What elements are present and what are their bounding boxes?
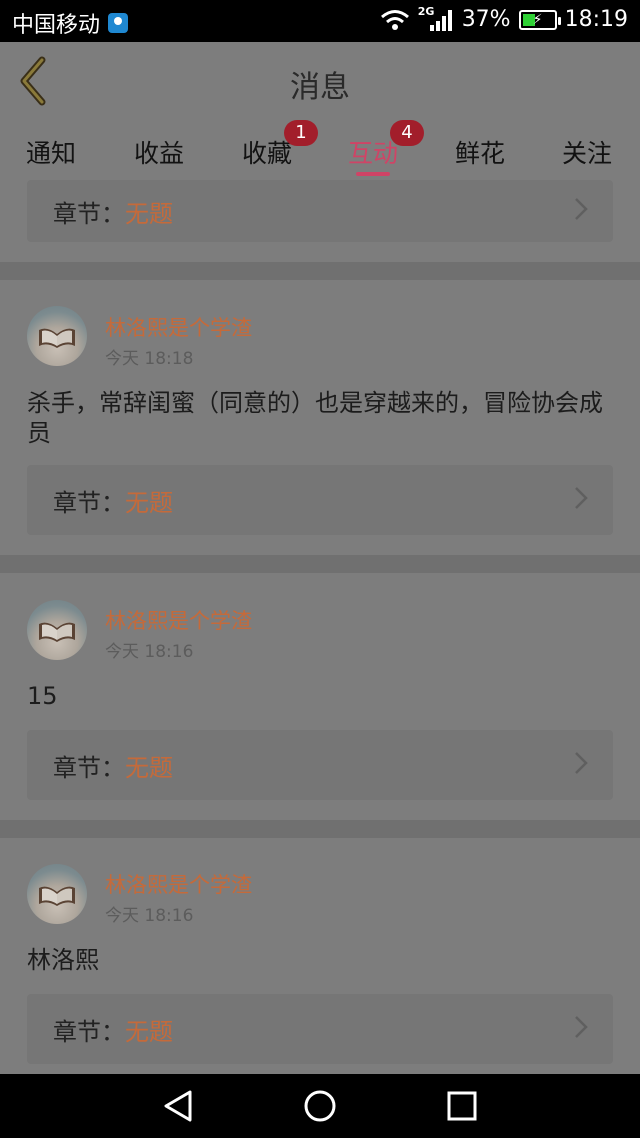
- avatar[interactable]: [27, 600, 87, 660]
- signal-bars-icon: [429, 9, 452, 31]
- battery-percent: 37%: [461, 7, 511, 32]
- chapter-label: 章节：: [53, 754, 125, 782]
- battery-icon: ⚡: [518, 9, 561, 30]
- tab-favorites[interactable]: 收藏 1: [242, 120, 318, 170]
- chapter-value: 无题: [125, 1018, 173, 1046]
- clock: 18:19: [564, 7, 628, 32]
- interactions-count-badge: 4: [390, 120, 424, 146]
- tab-label: 收藏: [242, 139, 293, 168]
- chevron-right-icon: [575, 1016, 588, 1038]
- wifi-icon: [380, 9, 409, 30]
- tab-notifications[interactable]: 通知: [26, 134, 76, 170]
- tab-interactions[interactable]: 互动 4: [348, 120, 424, 170]
- timestamp: 今天 18:18: [105, 349, 194, 369]
- status-right: 2G 37% ⚡ 18:19: [380, 5, 628, 32]
- message-text: 林洛熙: [27, 946, 99, 974]
- triangle-back-icon[interactable]: [160, 1088, 196, 1124]
- app-header: 消息: [0, 42, 640, 124]
- status-left: 中国移动: [12, 7, 129, 39]
- chevron-right-icon: [575, 198, 588, 220]
- chapter-text: 章节：无题: [53, 748, 173, 783]
- status-bar: 中国移动 2G 37% ⚡ 18:19: [0, 0, 640, 42]
- message-list[interactable]: 章节：无题 林洛熙是个学渣 今天 18:18 杀手，常辞闺蜜（同意的）也是穿越来…: [0, 180, 640, 1074]
- divider: [0, 262, 640, 280]
- divider: [0, 820, 640, 838]
- chapter-link[interactable]: 章节：无题: [27, 465, 613, 535]
- chapter-text: 章节：无题: [53, 1012, 173, 1047]
- tab-earnings[interactable]: 收益: [134, 134, 184, 170]
- username[interactable]: 林洛熙是个学渣: [105, 312, 252, 342]
- circle-home-icon[interactable]: [302, 1088, 338, 1124]
- message-text: 杀手，常辞闺蜜（同意的）也是穿越来的，冒险协会成员: [27, 389, 603, 447]
- charging-bolt-icon: ⚡: [532, 11, 543, 28]
- cellular-signal: 2G: [418, 5, 454, 31]
- divider: [0, 555, 640, 573]
- chapter-link[interactable]: 章节：无题: [27, 994, 613, 1064]
- tab-flowers[interactable]: 鲜花: [455, 134, 505, 170]
- avatar[interactable]: [27, 306, 87, 366]
- tab-bar: 通知 收益 收藏 1 互动 4 鲜花 关注: [0, 120, 640, 180]
- chevron-right-icon: [575, 487, 588, 509]
- chapter-value: 无题: [125, 200, 173, 228]
- chapter-link[interactable]: 章节：无题: [27, 180, 613, 242]
- book-icon: [39, 886, 75, 906]
- chapter-label: 章节：: [53, 200, 125, 228]
- timestamp: 今天 18:16: [105, 642, 194, 662]
- chapter-link[interactable]: 章节：无题: [27, 730, 613, 800]
- location-icon: [108, 13, 129, 33]
- active-tab-indicator: [356, 172, 390, 176]
- tab-label: 收益: [134, 139, 185, 168]
- favorites-count-badge: 1: [284, 120, 318, 146]
- username[interactable]: 林洛熙是个学渣: [105, 605, 252, 635]
- book-icon: [39, 328, 75, 348]
- chapter-value: 无题: [125, 489, 173, 517]
- page-title: 消息: [290, 70, 350, 105]
- timestamp: 今天 18:16: [105, 906, 194, 926]
- tab-label: 关注: [562, 139, 613, 168]
- tab-following[interactable]: 关注: [562, 134, 612, 170]
- chapter-label: 章节：: [53, 1018, 125, 1046]
- tab-label: 互动: [348, 139, 399, 168]
- chapter-value: 无题: [125, 754, 173, 782]
- username[interactable]: 林洛熙是个学渣: [105, 869, 252, 899]
- carrier-name: 中国移动: [12, 13, 101, 38]
- chapter-text: 章节：无题: [53, 483, 173, 518]
- avatar[interactable]: [27, 864, 87, 924]
- system-nav-bar: [0, 1074, 640, 1138]
- tab-label: 鲜花: [455, 139, 506, 168]
- book-icon: [39, 622, 75, 642]
- square-recents-icon[interactable]: [444, 1088, 480, 1124]
- tab-label: 通知: [26, 139, 77, 168]
- chapter-label: 章节：: [53, 489, 125, 517]
- chapter-text: 章节：无题: [53, 194, 173, 229]
- message-text: 15: [27, 682, 58, 710]
- chevron-right-icon: [575, 752, 588, 774]
